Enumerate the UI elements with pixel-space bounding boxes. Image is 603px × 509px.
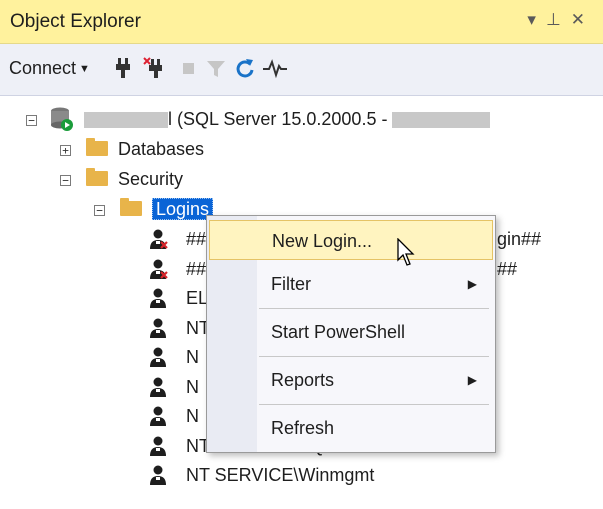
user-icon	[150, 318, 166, 338]
login-item[interactable]: ##	[186, 254, 206, 284]
logins-label: Logins	[152, 198, 214, 220]
user-icon	[150, 377, 166, 397]
disconnect-icon[interactable]	[142, 56, 164, 80]
object-explorer-toolbar: Connect ▼	[0, 44, 603, 96]
submenu-arrow-icon: ▶	[467, 373, 477, 387]
databases-node[interactable]: Databases	[86, 134, 204, 164]
user-icon	[150, 288, 166, 308]
menu-item-refresh[interactable]: Refresh	[209, 408, 493, 448]
server-label: l (SQL Server 15.0.2000.5 -	[168, 109, 388, 129]
server-node[interactable]: l (SQL Server 15.0.2000.5 -	[84, 104, 491, 134]
panel-title: Object Explorer	[10, 11, 141, 32]
redacted-server-name	[84, 112, 168, 129]
submenu-arrow-icon: ▶	[467, 277, 477, 291]
login-item[interactable]: N	[186, 401, 199, 431]
folder-icon	[86, 137, 108, 156]
collapse-logins-icon[interactable]: −	[94, 205, 105, 216]
mouse-cursor-icon	[397, 238, 415, 266]
menu-item-label: Start PowerShell	[271, 322, 406, 342]
login-item[interactable]: N	[186, 342, 199, 372]
menu-separator	[259, 356, 489, 357]
collapse-server-icon[interactable]: −	[26, 115, 37, 126]
user-icon	[150, 406, 166, 426]
menu-item-label: Filter	[271, 274, 311, 294]
security-label: Security	[118, 169, 184, 189]
databases-label: Databases	[118, 139, 205, 159]
redacted-server-info	[392, 112, 491, 129]
menu-item-label: Refresh	[271, 418, 335, 438]
connect-plug-icon[interactable]	[112, 56, 134, 80]
menu-separator	[259, 308, 489, 309]
security-node[interactable]: Security	[86, 164, 183, 194]
chevron-down-icon[interactable]: ▼	[79, 63, 90, 75]
menu-item-reports[interactable]: Reports ▶	[209, 360, 493, 400]
login-item[interactable]: N	[186, 372, 199, 402]
user-icon	[150, 465, 166, 485]
connect-label: Connect	[9, 58, 77, 78]
folder-icon	[120, 197, 142, 216]
login-item-tail: gin##	[497, 229, 542, 249]
pin-icon[interactable]: ⊥	[546, 10, 571, 29]
connect-button[interactable]: Connect ▼	[9, 58, 90, 79]
disabled-user-icon	[150, 229, 168, 249]
logins-node[interactable]: Logins	[120, 194, 214, 224]
menu-item-start-powershell[interactable]: Start PowerShell	[209, 312, 493, 352]
user-icon	[150, 347, 166, 367]
folder-icon	[86, 167, 108, 186]
menu-item-label: New Login...	[272, 231, 373, 251]
menu-item-filter[interactable]: Filter ▶	[209, 264, 493, 304]
menu-separator	[259, 404, 489, 405]
context-menu: New Login... Filter ▶ Start PowerShell R…	[206, 215, 496, 453]
login-item-tail: ##	[497, 259, 518, 279]
activity-monitor-icon[interactable]	[262, 56, 288, 80]
disabled-user-icon	[150, 259, 168, 279]
stop-icon	[183, 63, 194, 74]
object-explorer-titlebar: Object Explorer ▾⊥✕	[0, 0, 603, 44]
window-controls[interactable]: ▾⊥✕	[527, 10, 595, 30]
filter-icon	[207, 61, 225, 77]
collapse-security-icon[interactable]: −	[60, 175, 71, 186]
dropdown-icon[interactable]: ▾	[527, 10, 546, 29]
login-item[interactable]: EL	[186, 283, 208, 313]
login-item[interactable]: NT SERVICE\Winmgmt	[186, 460, 374, 490]
menu-item-label: Reports	[271, 370, 335, 390]
refresh-icon[interactable]	[234, 56, 256, 80]
menu-item-new-login[interactable]: New Login...	[209, 220, 493, 260]
close-icon[interactable]: ✕	[571, 10, 595, 29]
user-icon	[150, 436, 166, 456]
login-item[interactable]: ##	[186, 224, 206, 254]
server-icon	[51, 107, 73, 131]
expand-databases-icon[interactable]: +	[60, 145, 71, 156]
